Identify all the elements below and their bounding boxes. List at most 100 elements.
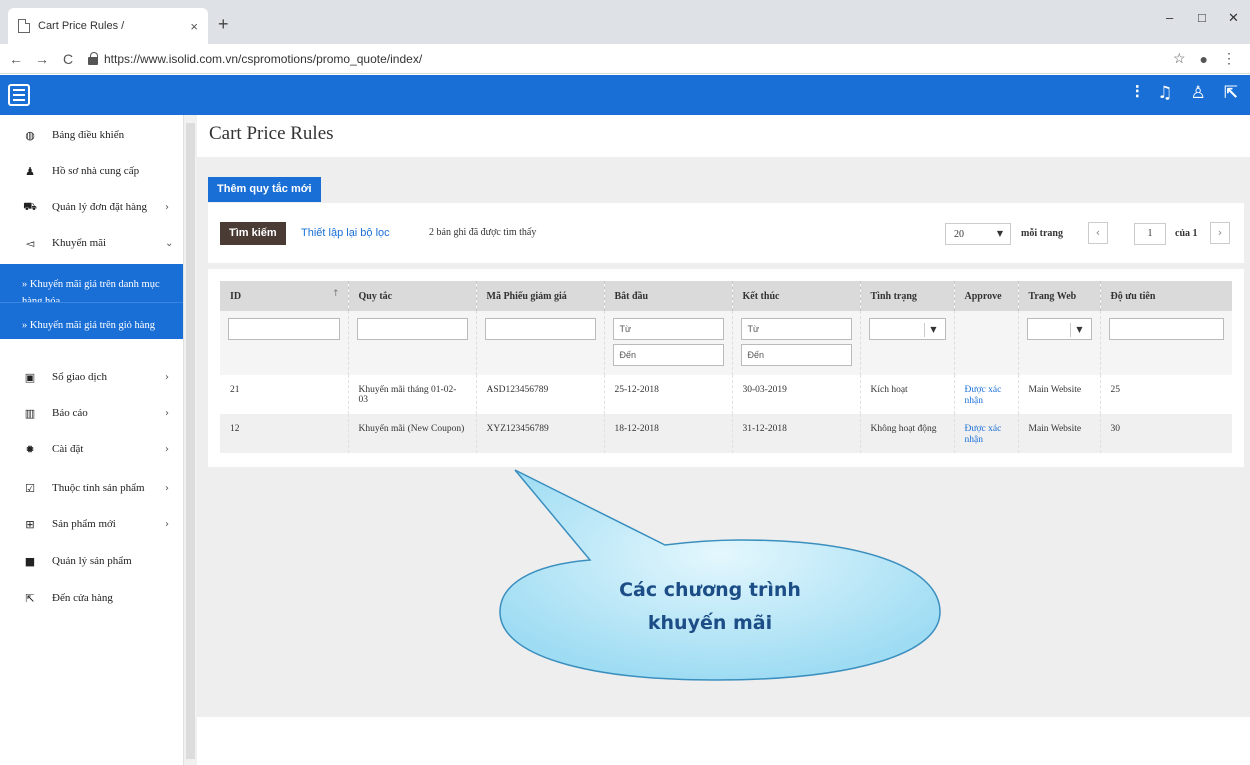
filter-end-from[interactable]: Từ: [740, 318, 852, 340]
sidebar-item-reports[interactable]: ▥ Báo cáo ›: [0, 395, 183, 431]
browser-menu-icon[interactable]: ⋮: [1222, 50, 1236, 67]
filter-id-input[interactable]: [228, 318, 340, 340]
table-row[interactable]: 12 Khuyến mãi (New Coupon) XYZ123456789 …: [220, 414, 1232, 453]
sidebar-item-go-to-store[interactable]: ⇱ Đến cửa hàng: [0, 580, 183, 616]
cell-end: 31-12-2018: [732, 414, 861, 453]
cart-icon: ⛟: [23, 199, 37, 213]
col-header-coupon[interactable]: Mã Phiếu giảm giá: [476, 281, 605, 311]
col-header-id[interactable]: ID ↑: [220, 281, 349, 311]
sidebar-item-dashboard[interactable]: ◍ Bảng điều khiển: [0, 117, 183, 153]
cell-status: Không hoạt động: [860, 414, 955, 453]
sidebar-item-label: Đến cửa hàng: [52, 592, 113, 604]
cell-rule: Khuyến mãi tháng 01-02-03: [348, 375, 477, 414]
close-window-button[interactable]: ✕: [1228, 10, 1239, 26]
lock-icon: [88, 51, 98, 65]
cell-end: 30-03-2019: [732, 375, 861, 414]
browser-tab[interactable]: Cart Price Rules / ×: [8, 8, 208, 44]
sidebar-scrollbar[interactable]: [183, 115, 197, 765]
bookmark-star-icon[interactable]: ☆: [1173, 50, 1186, 67]
col-header-priority[interactable]: Độ ưu tiên: [1100, 281, 1232, 311]
sidebar-item-manage-products[interactable]: ■ Quản lý sản phẩm: [0, 543, 183, 579]
hamburger-menu-icon[interactable]: [8, 84, 30, 106]
table-header: ID ↑ Quy tắc Mã Phiếu giảm giá Bắt đầu Kế…: [220, 281, 1232, 311]
minimize-button[interactable]: –: [1166, 10, 1173, 25]
cell-coupon: ASD123456789: [476, 375, 605, 414]
new-tab-button[interactable]: +: [218, 14, 229, 35]
prev-page-button[interactable]: ‹: [1088, 222, 1108, 244]
col-header-status[interactable]: Tình trạng: [860, 281, 955, 311]
user-icon[interactable]: ♙: [1191, 83, 1206, 103]
url-field[interactable]: https://www.isolid.com.vn/cspromotions/p…: [104, 52, 1173, 66]
table-row[interactable]: 21 Khuyến mãi tháng 01-02-03 ASD12345678…: [220, 375, 1232, 414]
sidebar-item-settings[interactable]: ✹ Cài đặt ›: [0, 431, 183, 467]
chevron-right-icon: ›: [165, 407, 169, 419]
sidebar-item-label: Sản phẩm mới: [52, 518, 116, 530]
sidebar-item-label: Cài đặt: [52, 443, 84, 455]
app-header: ⫶ ♫ ♙ ⇱: [0, 75, 1250, 115]
cell-approve-link[interactable]: Được xác nhận: [954, 375, 1019, 414]
scrollbar-thumb[interactable]: [186, 123, 195, 759]
next-page-button[interactable]: ›: [1210, 222, 1230, 244]
browser-tabbar: Cart Price Rules / × + – □ ✕: [0, 0, 1250, 44]
filter-website-select[interactable]: ▼: [1026, 318, 1092, 340]
reload-button[interactable]: C: [58, 51, 78, 67]
filter-start-from[interactable]: Từ: [612, 318, 724, 340]
col-header-rule[interactable]: Quy tắc: [348, 281, 477, 311]
col-header-website[interactable]: Trang Web: [1018, 281, 1101, 311]
sidebar-item-label: Quản lý đơn đặt hàng: [52, 201, 148, 213]
sidebar-item-label: Thuộc tính sản phẩm: [52, 482, 145, 494]
external-link-icon[interactable]: ⇱: [1224, 83, 1238, 103]
sidebar-item-label: Bảng điều khiển: [52, 129, 125, 141]
header-icons: ⫶ ♫ ♙ ⇱: [1135, 83, 1238, 103]
col-header-end[interactable]: Kết thúc: [732, 281, 861, 311]
page-icon: [18, 19, 30, 33]
filter-priority-input[interactable]: [1108, 318, 1224, 340]
back-button[interactable]: ←: [6, 51, 26, 67]
page-number-input[interactable]: 1: [1134, 223, 1166, 245]
sidebar-item-promotions[interactable]: ◅ Khuyến mãi ⌄: [0, 225, 183, 261]
filter-status-select[interactable]: ▼: [868, 318, 946, 340]
page-title: Cart Price Rules: [209, 123, 334, 144]
sidebar-item-new-products[interactable]: ⊞ Sản phẩm mới ›: [0, 506, 183, 542]
sidebar-item-transactions[interactable]: ▣ Sổ giao dịch ›: [0, 359, 183, 395]
maximize-button[interactable]: □: [1198, 10, 1206, 25]
chevron-right-icon: ›: [165, 518, 169, 530]
col-header-approve[interactable]: Approve: [954, 281, 1019, 311]
submenu-catalog-price-rules[interactable]: » Khuyến mãi giá trên danh mục hàng hóa: [0, 264, 183, 307]
filter-coupon-input[interactable]: [484, 318, 596, 340]
records-count: 2 bản ghi đã được tìm thấy: [429, 227, 537, 238]
sliders-icon[interactable]: ⫶: [1135, 83, 1139, 103]
rules-table: ID ↑ Quy tắc Mã Phiếu giảm giá Bắt đầu Kế…: [220, 281, 1232, 453]
sidebar-item-product-attributes[interactable]: ☑ Thuộc tính sản phẩm ›: [0, 470, 183, 506]
add-new-rule-button[interactable]: Thêm quy tắc mới: [208, 177, 321, 202]
tab-close-icon[interactable]: ×: [190, 19, 198, 34]
submenu-cart-price-rules[interactable]: » Khuyến mãi giá trên giỏ hàng: [0, 302, 183, 339]
chevron-right-icon: ›: [165, 482, 169, 494]
bar-chart-icon: ▥: [24, 406, 36, 420]
sidebar-item-vendor-profile[interactable]: ♟ Hồ sơ nhà cung cấp: [0, 153, 183, 189]
profile-icon[interactable]: ●: [1200, 51, 1208, 67]
chevron-down-icon: ▼: [930, 325, 937, 334]
submenu-label: » Khuyến mãi giá trên giỏ hàng: [22, 320, 155, 331]
sidebar-item-orders[interactable]: ⛟ Quản lý đơn đặt hàng ›: [0, 189, 183, 225]
per-page-select[interactable]: 20 ▼: [945, 223, 1011, 245]
page-total: của 1: [1175, 228, 1198, 239]
sidebar-item-label: Quản lý sản phẩm: [52, 555, 132, 567]
filter-start-to[interactable]: Đến: [612, 344, 724, 366]
cell-status: Kích hoạt: [860, 375, 955, 414]
bell-icon[interactable]: ♫: [1157, 83, 1172, 103]
grid-toolbar: Tìm kiếm Thiết lập lại bộ lọc 2 bản ghi …: [208, 203, 1244, 263]
chevron-down-icon: ▼: [1076, 325, 1083, 334]
cell-approve-link[interactable]: Được xác nhận: [954, 414, 1019, 453]
reset-filter-link[interactable]: Thiết lập lại bộ lọc: [301, 227, 390, 239]
search-button[interactable]: Tìm kiếm: [220, 222, 286, 245]
chevron-down-icon: ▼: [996, 229, 1003, 238]
forward-button[interactable]: →: [32, 51, 52, 67]
filter-end-to[interactable]: Đến: [740, 344, 852, 366]
callout-line-2: khuyến mãi: [647, 612, 773, 634]
filter-row: Từ Đến Từ Đến ▼ ▼: [220, 311, 1232, 375]
filter-rule-input[interactable]: [356, 318, 468, 340]
megaphone-icon: ◅: [25, 236, 35, 250]
col-header-start[interactable]: Bắt đầu: [604, 281, 733, 311]
grid-container: ID ↑ Quy tắc Mã Phiếu giảm giá Bắt đầu Kế…: [208, 269, 1244, 467]
